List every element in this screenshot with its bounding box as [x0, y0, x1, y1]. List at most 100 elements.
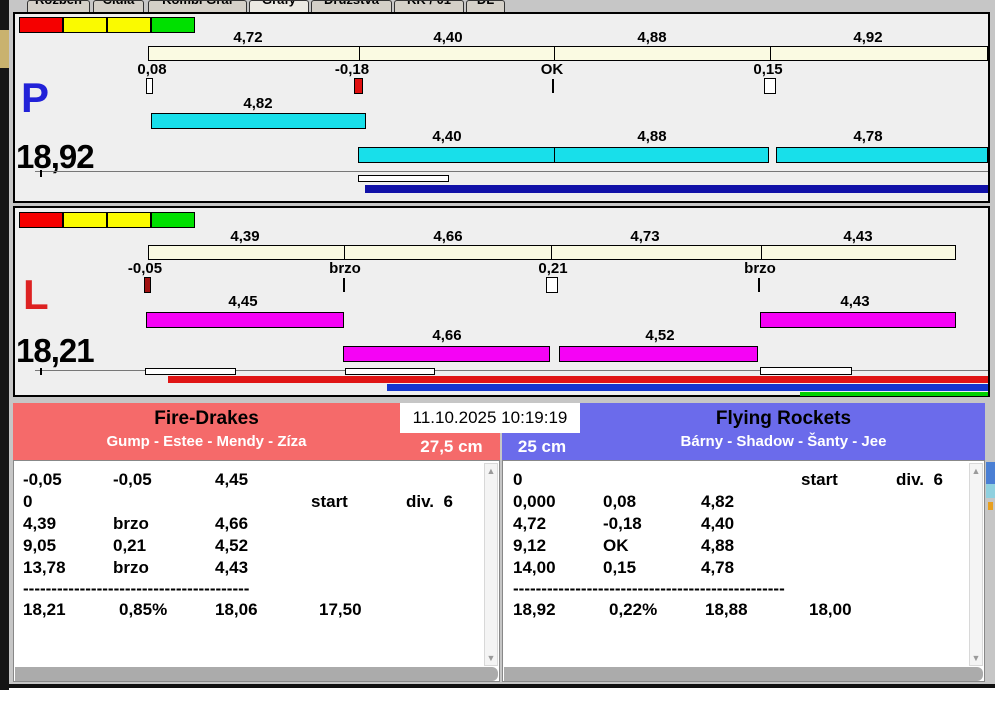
split-value: 4,92	[853, 29, 883, 46]
scroll-up-icon[interactable]: ▲	[485, 465, 497, 477]
result-cell: div. 6	[406, 492, 453, 511]
scroll-down-icon[interactable]: ▼	[485, 652, 497, 664]
result-cell: 0	[23, 492, 33, 511]
run-bar-l1	[146, 312, 344, 328]
light-yellow2-icon	[107, 212, 151, 228]
overlay-white-box	[760, 367, 852, 375]
run-bar-p4	[776, 147, 988, 163]
run-value: 4,82	[243, 95, 273, 112]
result-cell: 0	[513, 470, 523, 489]
sensor-tick-red	[354, 78, 363, 94]
light-yellow2-icon	[107, 17, 151, 33]
overlay-bar-navy	[365, 185, 988, 193]
total-cell: 18,00	[809, 600, 852, 619]
total-cell: 0,85%	[119, 600, 168, 619]
v-scrollbar-left[interactable]: ▲ ▼	[484, 463, 498, 666]
mark-label: brzo	[329, 260, 361, 277]
tab-druzstva[interactable]: Družstva	[311, 0, 392, 12]
results-table-left[interactable]: -0,05 -0,05 4,45 0 start div. 6 4,39 brz…	[13, 460, 500, 682]
light-green-icon	[151, 212, 195, 228]
run-value: 4,45	[228, 293, 258, 310]
split-value: 4,43	[843, 228, 873, 245]
result-cell: start	[311, 492, 348, 511]
run-value: 4,88	[637, 128, 667, 145]
result-cell: start	[801, 470, 838, 489]
overlay-bar-green	[800, 392, 988, 396]
lane-total-p: 18,92	[16, 138, 95, 175]
tab-rozbeh[interactable]: Rozběh	[27, 0, 90, 12]
result-row: 0,000 0,08 4,82	[513, 491, 973, 513]
result-cell: 14,00	[513, 558, 556, 577]
split-value: 4,73	[630, 228, 660, 245]
result-cell: 9,05	[23, 536, 57, 555]
total-cell: 18,92	[513, 600, 556, 619]
result-cell: 4,66	[215, 514, 249, 533]
result-cell: -0,05	[23, 470, 62, 489]
background-window-strip	[0, 0, 9, 690]
result-row: 14,00 0,15 4,78	[513, 557, 973, 579]
run-bar-l2	[343, 346, 550, 362]
sensor-tick-line	[552, 79, 554, 93]
mark-label: -0,18	[334, 61, 370, 78]
v-scrollbar-right[interactable]: ▲ ▼	[969, 463, 983, 666]
result-cell: 4,88	[701, 536, 735, 555]
result-cell: 0,15	[603, 558, 637, 577]
result-cell: 4,40	[701, 514, 735, 533]
desktop-icon-fragment	[986, 484, 995, 498]
totals-row: 18,21 0,85% 18,06 17,50	[23, 599, 483, 621]
traffic-lights-l	[19, 212, 197, 228]
h-scrollbar-left[interactable]	[15, 667, 498, 681]
h-scrollbar-right[interactable]	[504, 667, 983, 681]
scroll-up-icon[interactable]: ▲	[970, 465, 982, 477]
sensor-tick-line	[758, 278, 760, 292]
run-bar-divider	[554, 148, 555, 162]
result-cell: 4,52	[215, 536, 249, 555]
total-cell: 18,06	[215, 600, 258, 619]
overlay-bar-blue	[387, 384, 988, 391]
window-bottom-border	[9, 684, 995, 688]
light-red-icon	[19, 17, 63, 33]
tab-kombi-graf[interactable]: Kombi Graf	[148, 0, 247, 12]
team-name-right: Flying Rockets	[715, 408, 852, 429]
tab-dl[interactable]: DL	[466, 0, 505, 12]
result-row: 0 start div. 6	[513, 469, 973, 491]
mark-label: 0,15	[753, 61, 783, 78]
light-green-icon	[151, 17, 195, 33]
result-cell: brzo	[113, 558, 149, 577]
run-value: 4,66	[432, 327, 462, 344]
team-name-left: Fire-Drakes	[154, 408, 259, 429]
result-cell: 9,12	[513, 536, 547, 555]
scroll-down-icon[interactable]: ▼	[970, 652, 982, 664]
tab-cidla[interactable]: Čidla	[93, 0, 144, 12]
jump-height-right: 25 cm	[517, 437, 567, 456]
overlay-white-box	[345, 368, 435, 375]
result-row: 13,78 brzo 4,43	[23, 557, 483, 579]
scale-divider	[344, 246, 345, 259]
overlay-bar-red	[168, 376, 988, 383]
desktop-icon-fragment	[986, 462, 995, 484]
sensor-tick-white	[546, 277, 558, 293]
tab-kk-01[interactable]: KK / 01	[394, 0, 464, 12]
datetime-value: 11.10.2025 10:19:19	[412, 408, 568, 427]
lane-p-panel: 4,72 4,40 4,88 4,92 0,08 -0,18 OK 0,15 P…	[13, 12, 990, 203]
scale-divider	[551, 246, 552, 259]
totals-separator: ----------------------------------------…	[513, 579, 785, 598]
run-value: 4,43	[840, 293, 870, 310]
scale-divider	[359, 47, 360, 60]
light-yellow1-icon	[63, 212, 107, 228]
mark-label: -0,05	[127, 260, 163, 277]
mark-label: 0,08	[137, 61, 167, 78]
results-table-right[interactable]: 0 start div. 6 0,000 0,08 4,82 4,72 -0,1…	[502, 460, 985, 682]
split-scale-bar-l	[148, 245, 956, 260]
result-cell: 4,43	[215, 558, 249, 577]
light-yellow1-icon	[63, 17, 107, 33]
run-bar-p2	[358, 147, 769, 163]
run-value: 4,40	[432, 128, 462, 145]
mark-label: OK	[540, 61, 564, 78]
run-bar-l4	[760, 312, 956, 328]
lane-letter-p: P	[21, 74, 50, 121]
split-value: 4,39	[230, 228, 260, 245]
split-value: 4,72	[233, 29, 263, 46]
result-row: 4,39 brzo 4,66	[23, 513, 483, 535]
lane-total-l: 18,21	[16, 332, 95, 369]
